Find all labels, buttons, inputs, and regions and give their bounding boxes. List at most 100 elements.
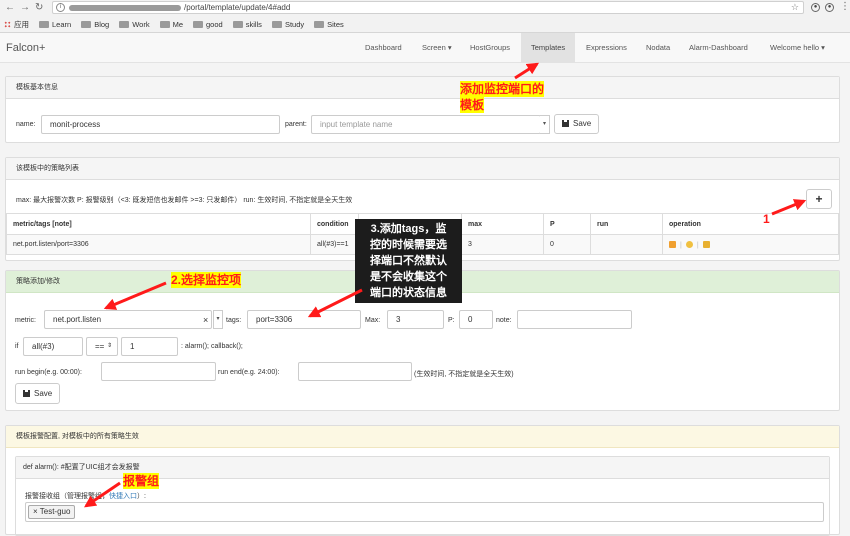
group-tag[interactable]: × Test-guo — [28, 505, 76, 519]
annotation-group: 报警组 — [123, 473, 160, 489]
p-input[interactable]: 0 — [459, 310, 493, 329]
bookmark-learn[interactable]: Learn — [39, 20, 71, 29]
bookmark-apps[interactable]: 应用 — [4, 19, 29, 30]
bookmark-work[interactable]: Work — [119, 19, 150, 29]
metric-label: metric: — [15, 317, 36, 324]
quick-entry-link[interactable]: 快捷入口 — [109, 493, 137, 500]
run-begin-label: run begin(e.g. 00:00): — [15, 369, 82, 376]
delete-icon[interactable] — [702, 240, 710, 248]
metric-dropdown-caret-icon[interactable]: ▾ — [213, 310, 223, 329]
note-input[interactable] — [517, 310, 632, 329]
run-end-input[interactable] — [298, 362, 412, 381]
folder-icon — [193, 20, 203, 28]
save-strategy-button[interactable]: Save — [15, 383, 61, 404]
folder-icon — [159, 20, 170, 28]
panel-heading: 模板报警配置, 对模板中的所有策略生效 — [6, 426, 839, 448]
profile-icon[interactable]: ● — [825, 3, 834, 12]
annotation-line: 是不会收集这个 — [370, 271, 447, 283]
nav-alarm-dashboard[interactable]: Alarm-Dashboard — [681, 33, 756, 63]
forward-icon[interactable]: → — [20, 2, 30, 14]
cell-run — [590, 234, 663, 255]
run-end-label: run end(e.g. 24:00): — [218, 369, 280, 376]
bookmark-label: Work — [132, 19, 150, 29]
annotation-two: 2.选择监控项 — [171, 272, 242, 288]
edit-icon[interactable] — [685, 240, 693, 248]
right-value-input[interactable]: 1 — [121, 337, 178, 356]
nav-hostgroups[interactable]: HostGroups — [462, 33, 518, 63]
nav-expressions[interactable]: Expressions — [578, 33, 635, 63]
col-condition: condition — [310, 213, 359, 235]
nav-templates[interactable]: Templates — [521, 33, 576, 63]
bookmarks-bar: 应用 Learn Blog Work Me good skills Study … — [4, 18, 354, 30]
annotation-line: 择端口不然默认 — [370, 255, 447, 267]
callback-text: : alarm(); callback(); — [181, 343, 243, 350]
receiver-label-end: ）: — [137, 493, 146, 500]
bookmark-good[interactable]: good — [193, 20, 223, 29]
name-label: name: — [16, 121, 36, 128]
folder-icon — [81, 20, 92, 28]
parent-dropdown-caret-icon[interactable]: ▾ — [540, 115, 550, 134]
note-label: note: — [496, 317, 512, 324]
max-label: Max: — [365, 317, 381, 324]
bookmark-label: Sites — [327, 19, 344, 29]
max-input[interactable]: 3 — [387, 310, 444, 329]
nav-user-menu[interactable]: Welcome hello ▾ — [762, 33, 833, 63]
clear-icon[interactable]: × — [203, 315, 208, 325]
nav-nodata[interactable]: Nodata — [638, 33, 678, 63]
cell-metric: net.port.listen/port=3306 — [6, 234, 311, 255]
bookmark-study[interactable]: Study — [271, 19, 305, 29]
annotation-line: 端口的状态信息 — [370, 287, 447, 299]
url-path: /portal/template/update/4#add — [184, 3, 291, 12]
bookmark-label: Study — [284, 19, 305, 29]
folder-icon — [271, 20, 282, 28]
app-navbar: Falcon+ Dashboard Screen ▾ HostGroups Te… — [0, 33, 850, 63]
template-info-panel: 模板基本信息 name: monit-process parent: input… — [5, 76, 840, 143]
operator-select[interactable]: == — [86, 337, 118, 356]
extension-icon[interactable]: ● — [811, 3, 820, 12]
nav-screen[interactable]: Screen ▾ — [414, 33, 460, 63]
url-host-redacted — [69, 5, 181, 11]
function-input[interactable]: all(#3) — [23, 337, 83, 356]
brand-logo[interactable]: Falcon+ — [6, 42, 45, 54]
receiver-group-input[interactable]: × Test-guo — [25, 502, 824, 522]
cell-p: 0 — [543, 234, 591, 255]
col-metric-tags: metric/tags [note] — [6, 213, 311, 235]
parent-template-input[interactable]: input template name — [311, 115, 541, 134]
operator-updown-icon[interactable]: ⇕ — [107, 342, 112, 349]
nav-dashboard[interactable]: Dashboard — [357, 33, 410, 63]
button-label: Save — [34, 389, 53, 398]
bookmark-me[interactable]: Me — [159, 20, 183, 29]
bookmark-label: 应用 — [14, 19, 29, 29]
bookmark-blog[interactable]: Blog — [81, 20, 109, 29]
receiver-label: 报警接收组（管理报警组，快捷入口）: — [25, 491, 146, 501]
save-template-button[interactable]: Save — [554, 114, 600, 134]
p-label: P: — [448, 317, 455, 324]
col-max: max — [461, 213, 544, 235]
back-icon[interactable]: ← — [5, 2, 15, 14]
annotation-template: 添加监控端口的 — [460, 81, 545, 97]
template-name-input[interactable]: monit-process — [41, 115, 280, 134]
add-strategy-button[interactable]: + — [806, 189, 832, 209]
annotation-three: 3.添加tags，监 控的时候需要选 择端口不然默认 是不会收集这个 端口的状态… — [355, 219, 462, 303]
cell-condition: all(#3)==1 — [310, 234, 359, 255]
button-label: Save — [573, 119, 592, 128]
address-bar[interactable]: i /portal/template/update/4#add ☆ — [52, 1, 804, 14]
annotation-line: 控的时候需要选 — [370, 239, 447, 251]
bookmark-star-icon[interactable]: ☆ — [791, 2, 799, 13]
browser-chrome: ← → ↻ i /portal/template/update/4#add ☆ … — [0, 0, 850, 33]
run-begin-input[interactable] — [101, 362, 216, 381]
bookmark-label: skills — [245, 19, 262, 29]
metric-select[interactable]: net.port.listen — [44, 310, 212, 329]
reload-icon[interactable]: ↻ — [35, 2, 43, 14]
alarm-def-box: def alarm(): #配置了UIC组才会发报警 报警接收组（管理报警组，快… — [15, 456, 830, 536]
clone-icon[interactable] — [669, 240, 676, 248]
menu-icon[interactable]: ⋮ — [840, 1, 850, 13]
bookmark-sites[interactable]: Sites — [314, 20, 344, 29]
annotation-one: 1 — [763, 212, 770, 226]
parent-label: parent: — [285, 121, 307, 128]
bookmark-skills[interactable]: skills — [232, 19, 262, 29]
tags-input[interactable]: port=3306 — [247, 310, 361, 329]
bookmark-label: good — [206, 19, 223, 29]
info-icon[interactable]: i — [56, 3, 65, 12]
floppy-disk-icon — [23, 390, 30, 397]
